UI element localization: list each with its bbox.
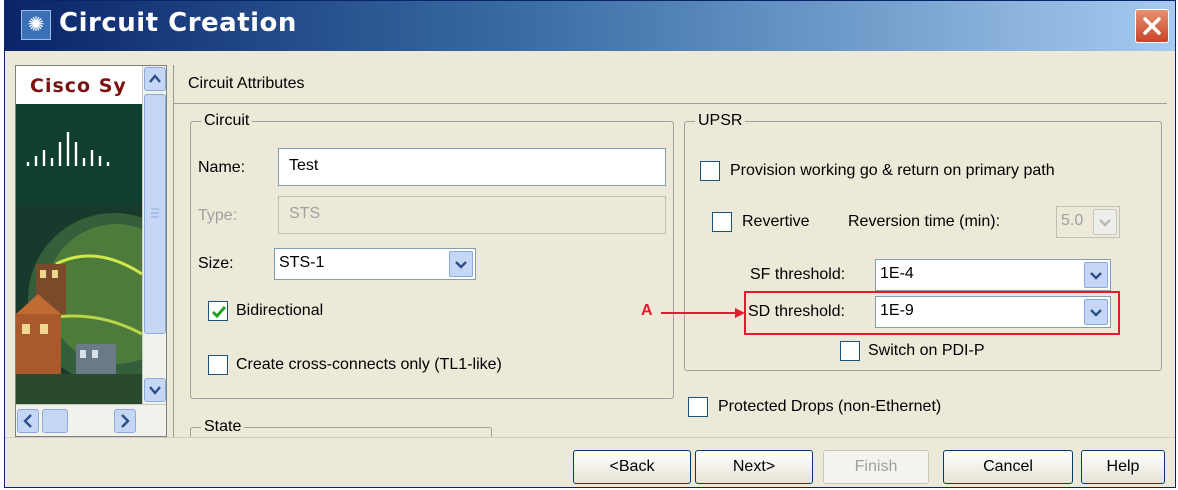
revertive-checkbox[interactable] — [712, 212, 732, 232]
title-bar[interactable]: ✺ Circuit Creation — [5, 1, 1175, 51]
sf-threshold-dropdown-button[interactable] — [1084, 262, 1108, 288]
grip-icon — [151, 208, 159, 218]
vertical-scrollbar[interactable] — [142, 66, 166, 404]
chevron-down-icon — [455, 261, 467, 269]
horizontal-scrollbar[interactable] — [16, 404, 166, 436]
divider — [174, 103, 1167, 104]
reversion-time-select: 5.0 — [1056, 206, 1120, 238]
protected-drops-checkbox[interactable] — [688, 397, 708, 417]
reversion-time-value: 5.0 — [1061, 212, 1084, 229]
chevron-left-icon — [23, 414, 32, 428]
type-label: Type: — [198, 207, 238, 224]
state-group-label: State — [201, 418, 245, 436]
scroll-right-button[interactable] — [114, 409, 136, 433]
size-label: Size: — [198, 255, 234, 272]
scroll-up-button[interactable] — [144, 67, 166, 91]
help-button[interactable]: Help — [1081, 450, 1165, 484]
window-title: Circuit Creation — [59, 8, 297, 38]
cisco-bridge-icon — [26, 132, 110, 166]
checkmark-icon — [211, 306, 227, 319]
close-button[interactable] — [1135, 9, 1169, 43]
bidirectional-checkbox[interactable] — [208, 301, 228, 321]
wizard-button-bar: <Back Next> Finish Cancel Help — [5, 437, 1175, 487]
circuit-attributes-panel: Circuit Attributes Circuit Name: Test Ty… — [173, 65, 1167, 439]
scroll-down-button[interactable] — [144, 378, 166, 402]
horizontal-scroll-thumb[interactable] — [42, 409, 68, 433]
app-icon: ✺ — [21, 10, 51, 40]
cisco-graphic: Cisco Sy — [16, 66, 142, 404]
logo-text: Cisco Sy — [30, 75, 127, 97]
chevron-down-icon — [149, 386, 161, 395]
size-select-value: STS-1 — [279, 254, 325, 271]
cross-connects-label[interactable]: Create cross-connects only (TL1-like) — [236, 356, 502, 374]
chevron-up-icon — [149, 74, 161, 83]
scroll-left-button[interactable] — [17, 409, 39, 433]
circuit-creation-window: ✺ Circuit Creation Cisco Sy Circuit Attr… — [4, 0, 1176, 488]
sf-threshold-value: 1E-4 — [880, 265, 914, 282]
chevron-right-icon — [121, 414, 130, 428]
revertive-label[interactable]: Revertive — [742, 213, 810, 231]
close-icon — [1143, 17, 1161, 35]
size-select[interactable]: STS-1 — [274, 248, 476, 280]
circuit-group-label: Circuit — [201, 112, 253, 130]
city-illustration — [16, 204, 142, 404]
annotation-marker: A — [641, 302, 653, 319]
scroll-thumb[interactable] — [144, 94, 166, 334]
wizard-graphic-panel: Cisco Sy — [15, 65, 167, 437]
finish-button: Finish — [823, 450, 929, 484]
name-label: Name: — [198, 159, 246, 176]
cancel-button[interactable]: Cancel — [943, 450, 1073, 484]
provision-primary-path-label[interactable]: Provision working go & return on primary… — [730, 162, 1055, 180]
name-field[interactable]: Test — [278, 148, 666, 186]
section-title: Circuit Attributes — [188, 75, 305, 92]
provision-primary-path-checkbox[interactable] — [700, 161, 720, 181]
cross-connects-checkbox[interactable] — [208, 355, 228, 375]
bidirectional-label[interactable]: Bidirectional — [236, 302, 323, 320]
cisco-logo: Cisco Sy — [16, 66, 142, 204]
size-dropdown-button[interactable] — [449, 251, 473, 277]
switch-on-pdi-p-label[interactable]: Switch on PDI-P — [868, 342, 984, 360]
reversion-time-dropdown-button — [1093, 209, 1117, 235]
annotation-arrow-icon — [661, 308, 745, 318]
switch-on-pdi-p-checkbox[interactable] — [840, 341, 860, 361]
next-button[interactable]: Next> — [695, 450, 813, 484]
protected-drops-label[interactable]: Protected Drops (non-Ethernet) — [718, 398, 941, 416]
sf-threshold-label: SF threshold: — [750, 266, 846, 283]
chevron-down-icon — [1090, 272, 1102, 280]
back-button[interactable]: <Back — [573, 450, 691, 484]
upsr-group-label: UPSR — [695, 112, 746, 130]
type-field: STS — [278, 196, 666, 234]
sd-threshold-highlight — [744, 291, 1120, 335]
sf-threshold-select[interactable]: 1E-4 — [875, 259, 1111, 291]
chevron-down-icon — [1099, 219, 1111, 227]
reversion-time-label: Reversion time (min): — [848, 213, 1001, 230]
